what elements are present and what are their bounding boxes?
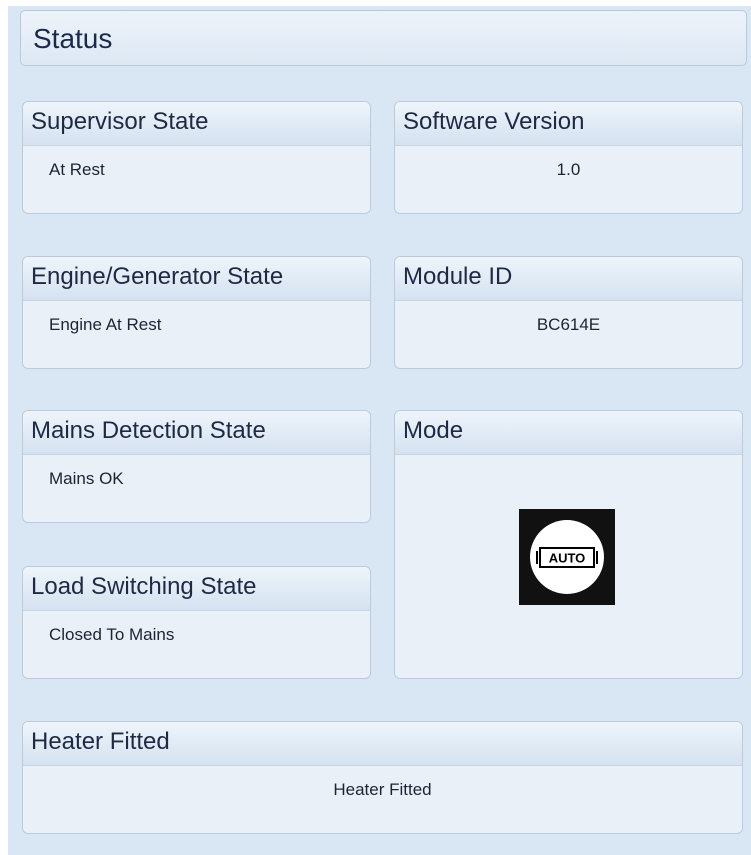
software-version-value: 1.0 <box>556 160 581 179</box>
mains-detection-state-value: Mains OK <box>49 469 124 488</box>
module-id-value: BC614E <box>536 315 601 334</box>
load-switching-state-value: Closed To Mains <box>49 625 175 644</box>
engine-generator-state-header: Engine/Generator State <box>23 257 370 301</box>
mains-detection-state-header: Mains Detection State <box>23 411 370 455</box>
mains-detection-state-panel: Mains Detection State Mains OK <box>22 410 371 523</box>
module-id-panel: Module ID BC614E <box>394 256 743 369</box>
mode-header: Mode <box>395 411 742 455</box>
supervisor-state-header: Supervisor State <box>23 102 370 146</box>
heater-fitted-value: Heater Fitted <box>333 780 432 799</box>
status-title-bar: Status <box>20 10 747 66</box>
module-id-header: Module ID <box>395 257 742 301</box>
supervisor-state-panel: Supervisor State At Rest <box>22 101 371 214</box>
auto-mode-label: AUTO <box>549 551 586 566</box>
software-version-header: Software Version <box>395 102 742 146</box>
status-window: Status Supervisor State At Rest Software… <box>8 6 751 855</box>
supervisor-state-value: At Rest <box>49 160 105 179</box>
heater-fitted-panel: Heater Fitted Heater Fitted <box>22 721 743 834</box>
auto-mode-graphic: AUTO <box>530 520 604 594</box>
status-title: Status <box>33 23 113 54</box>
auto-mode-icon: AUTO <box>519 509 615 605</box>
load-switching-state-header: Load Switching State <box>23 567 370 611</box>
load-switching-state-panel: Load Switching State Closed To Mains <box>22 566 371 679</box>
engine-generator-state-value: Engine At Rest <box>49 315 162 334</box>
heater-fitted-header: Heater Fitted <box>23 722 742 766</box>
software-version-panel: Software Version 1.0 <box>394 101 743 214</box>
engine-generator-state-panel: Engine/Generator State Engine At Rest <box>22 256 371 369</box>
mode-panel: Mode AUTO <box>394 410 743 679</box>
